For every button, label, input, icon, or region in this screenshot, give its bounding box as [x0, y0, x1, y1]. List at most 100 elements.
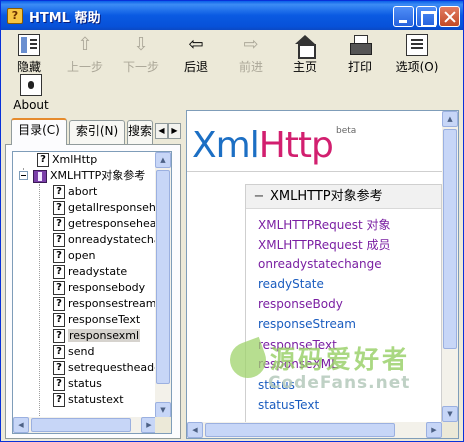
tab-scroll-arrows: ◀ ▶	[155, 123, 181, 139]
options-label: 选项(O)	[395, 60, 439, 74]
tree-item-label: responsestream	[68, 297, 157, 310]
tree-item-root[interactable]: ? XmlHttp	[37, 152, 97, 168]
book-open-icon	[33, 169, 47, 183]
arrow-up-icon: ⇧	[77, 34, 93, 55]
help-page-icon: ?	[53, 185, 65, 199]
link-status[interactable]: status	[258, 378, 295, 392]
back-step-label: 上一步	[66, 60, 103, 74]
scroll-down-icon[interactable]: ▼	[155, 402, 171, 418]
scroll-down-icon[interactable]: ▼	[442, 406, 458, 422]
print-label: 打印	[347, 60, 372, 74]
scroll-up-icon[interactable]: ▲	[442, 111, 458, 127]
maximize-button[interactable]	[416, 6, 437, 27]
tree-item[interactable]: ? statustext	[53, 392, 124, 408]
tree-item[interactable]: ? readystate	[53, 264, 127, 280]
tree-rows: ? XmlHttp XMLHTTP对象参考 ? abort ? getallrespo…	[13, 152, 157, 416]
logo-http: Http	[258, 125, 334, 166]
tab-index[interactable]: 索引(N)	[69, 120, 125, 144]
minimize-button[interactable]	[393, 6, 414, 27]
link-responsexml[interactable]: responseXML	[258, 357, 338, 371]
tab-search[interactable]: 搜索	[127, 120, 153, 144]
tree-item[interactable]: ?getallresponseheaders	[53, 200, 157, 216]
xmlhttp-logo: XmlHttp	[192, 125, 334, 166]
content-pane: XmlHttp beta − XMLHTTP对象参考 XMLHTTPRequest…	[186, 110, 459, 439]
tree-item-label: responsexml	[68, 329, 141, 342]
help-page-icon: ?	[53, 233, 65, 247]
navigation-pane: 目录(C) 索引(N) 搜索 ◀ ▶ ?XmlHttp XMLHTTP对象参考	[5, 113, 181, 439]
back-step-button[interactable]: ⇧ 上一步	[59, 30, 111, 75]
scroll-thumb[interactable]	[31, 418, 131, 432]
html-help-window: ? HTML 帮助 隐藏 ⇧ 上一步 ⇩ 下一步 ⇦ 后退 ⇨ 前进 主页 打印…	[0, 0, 464, 442]
reference-box: − XMLHTTP对象参考 XMLHTTPRequest 对象 XMLHTTPRe…	[245, 184, 442, 438]
link-xmlhttprequest-members[interactable]: XMLHTTPRequest 成员	[258, 236, 391, 253]
about-button[interactable]: About	[5, 70, 57, 112]
help-page-icon: ?	[53, 377, 65, 391]
link-onreadystatechange[interactable]: onreadystatechange	[258, 257, 382, 271]
tree-item[interactable]: ? abort	[53, 184, 97, 200]
tree-item[interactable]: ? setrequestheader	[53, 360, 157, 376]
close-button[interactable]	[439, 6, 460, 27]
scroll-right-icon[interactable]: ▶	[426, 422, 442, 438]
retreat-label: 后退	[183, 60, 208, 74]
advance-label: 前进	[238, 60, 263, 74]
advance-button[interactable]: ⇨ 前进	[225, 30, 277, 75]
tree-item[interactable]: ? open	[53, 248, 95, 264]
link-responsebody[interactable]: responseBody	[258, 297, 343, 311]
tree-vertical-scrollbar[interactable]: ▲ ▼	[155, 152, 171, 418]
scrollbar-corner	[442, 422, 458, 438]
tree-item[interactable]: ?onreadystatechange	[53, 232, 157, 248]
title-bar[interactable]: ? HTML 帮助	[1, 1, 463, 30]
home-label: 主页	[292, 60, 317, 74]
tab-contents[interactable]: 目录(C)	[11, 118, 67, 145]
tree-item[interactable]: ? responseText	[53, 312, 140, 328]
beta-label: beta	[336, 126, 357, 136]
link-responsestream[interactable]: responseStream	[258, 317, 356, 331]
arrow-left-icon: ⇦	[188, 34, 204, 55]
tree-horizontal-scrollbar[interactable]: ◀ ▶	[13, 417, 157, 433]
tree-item[interactable]: ? status	[53, 376, 102, 392]
tree-item[interactable]: ?getresponseheader	[53, 216, 157, 232]
print-button[interactable]: 打印	[334, 30, 386, 75]
home-button[interactable]: 主页	[279, 30, 331, 75]
reference-header[interactable]: − XMLHTTP对象参考	[246, 185, 441, 209]
arrow-right-icon: ⇨	[243, 34, 259, 55]
collapse-icon[interactable]: −	[252, 185, 266, 209]
scroll-thumb[interactable]	[443, 129, 457, 349]
scroll-left-icon[interactable]: ◀	[187, 422, 203, 438]
tree-item[interactable]: ? send	[53, 344, 94, 360]
link-responsetext[interactable]: responseText	[258, 338, 337, 352]
tree-item-label: setrequestheader	[68, 361, 157, 374]
tree-item-selected[interactable]: ? responsexml	[53, 328, 141, 344]
retreat-button[interactable]: ⇦ 后退	[170, 30, 222, 75]
hide-button[interactable]: 隐藏	[3, 30, 55, 75]
tree-item-label: abort	[68, 185, 98, 198]
help-page-icon: ?	[53, 281, 65, 295]
collapse-toggle-icon[interactable]	[19, 171, 28, 180]
scrollbar-corner	[155, 417, 171, 433]
help-page-icon: ?	[53, 393, 65, 407]
tab-scroll-right-icon[interactable]: ▶	[168, 123, 181, 139]
toolbar: 隐藏 ⇧ 上一步 ⇩ 下一步 ⇦ 后退 ⇨ 前进 主页 打印 选项(O) Abo…	[1, 30, 463, 112]
printer-icon	[349, 34, 372, 56]
link-readystate[interactable]: readyState	[258, 277, 324, 291]
help-page-icon: ?	[53, 313, 65, 327]
tree-line	[39, 184, 40, 416]
tree-item[interactable]: ? responsestream	[53, 296, 157, 312]
tree-item[interactable]: ? responsebody	[53, 280, 145, 296]
next-step-button[interactable]: ⇩ 下一步	[115, 30, 167, 75]
options-button[interactable]: 选项(O)	[387, 30, 447, 75]
scroll-left-icon[interactable]: ◀	[13, 417, 29, 433]
tree-item-label: onreadystatechange	[68, 233, 157, 246]
link-statustext[interactable]: statusText	[258, 398, 319, 412]
help-page-icon: ?	[37, 153, 49, 167]
link-xmlhttprequest-object[interactable]: XMLHTTPRequest 对象	[258, 216, 391, 233]
tab-scroll-left-icon[interactable]: ◀	[155, 123, 168, 139]
content-vertical-scrollbar[interactable]: ▲ ▼	[442, 111, 458, 422]
scroll-up-icon[interactable]: ▲	[155, 152, 171, 168]
tree-item-label: open	[68, 249, 96, 262]
scroll-thumb[interactable]	[205, 423, 395, 437]
tree-item-book[interactable]: XMLHTTP对象参考	[13, 168, 145, 184]
content-horizontal-scrollbar[interactable]: ◀ ▶	[187, 422, 442, 438]
reference-title: XMLHTTP对象参考	[270, 189, 383, 204]
scroll-thumb[interactable]	[156, 170, 170, 384]
